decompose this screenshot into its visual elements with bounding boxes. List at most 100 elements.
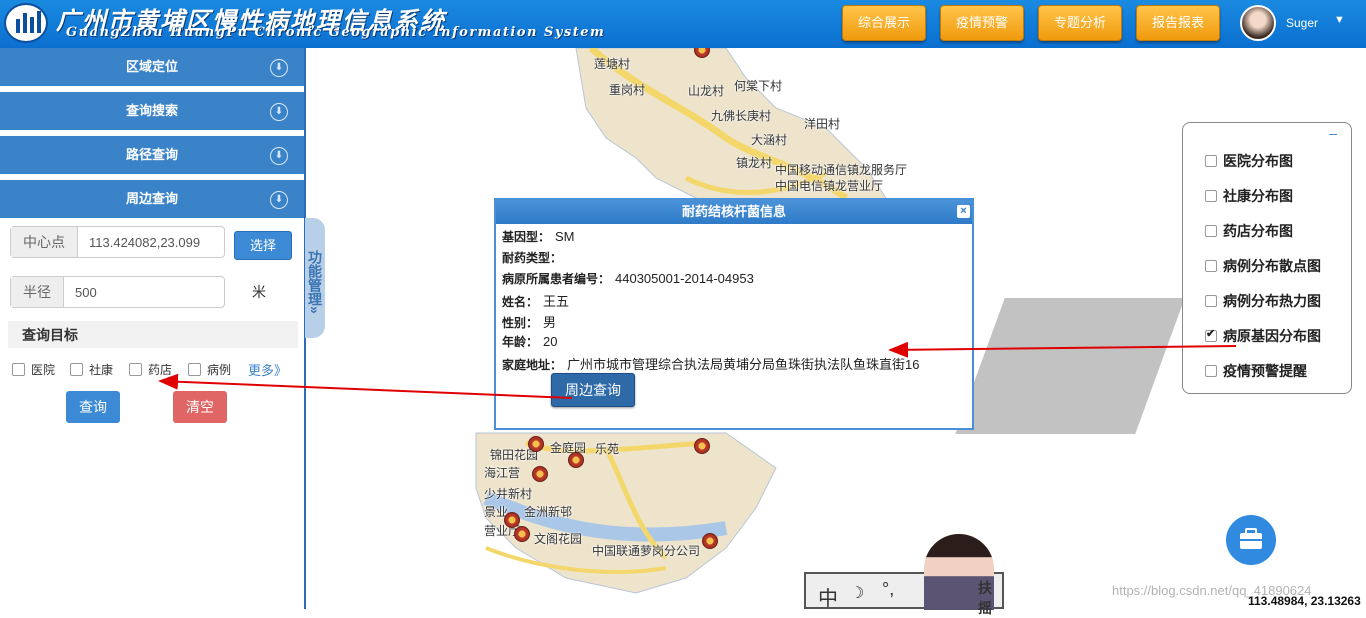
map-place-label: 山龙村	[688, 84, 725, 98]
app-header: 广州市黄埔区慢性病地理信息系统 GuangZhou HuangPu Chroni…	[0, 0, 1366, 48]
clear-button[interactable]: 清空	[173, 391, 227, 423]
layer-pharmacy[interactable]: 药店分布图	[1205, 221, 1293, 241]
accordion-label: 查询搜索	[125, 103, 178, 118]
popup-row-genotype: 基因型： SM	[502, 228, 575, 245]
center-point-field: 中心点	[10, 226, 225, 258]
nav-topic-analysis-button[interactable]: 专题分析	[1038, 5, 1122, 41]
checkbox-label: 药店	[148, 363, 173, 377]
checkbox-box[interactable]	[12, 363, 25, 376]
nav-epidemic-warning-button[interactable]: 疫情预警	[940, 5, 1024, 41]
accordion-nearby-query[interactable]: 周边查询 ⬇	[0, 180, 304, 218]
layers-panel: – 医院分布图 社康分布图 药店分布图 病例分布散点图 病例分布热力图 病原基因…	[1182, 122, 1352, 394]
map-place-label: 海江营	[484, 466, 521, 480]
map-marker[interactable]	[702, 533, 718, 549]
accordion-label: 区域定位	[125, 59, 178, 74]
popup-row-name: 姓名： 王五	[502, 291, 569, 310]
popup-header: 耐药结核杆菌信息 ×	[496, 200, 972, 224]
radius-label: 半径	[11, 277, 64, 307]
target-case-checkbox[interactable]: 病例	[188, 361, 231, 378]
accordion-search[interactable]: 查询搜索 ⬇	[0, 92, 304, 130]
briefcase-icon	[1240, 528, 1262, 549]
user-menu-caret-icon[interactable]: ▼	[1334, 14, 1345, 26]
map-place-label: 九佛长庚村	[711, 109, 772, 123]
popup-key: 病原所属患者编号：	[502, 272, 611, 286]
checkbox-label: 医院	[31, 363, 56, 377]
checkbox-box[interactable]	[1205, 190, 1217, 202]
tb-info-popup: 耐药结核杆菌信息 × 基因型： SM 耐药类型： 病原所属患者编号： 4403050…	[494, 198, 974, 430]
center-point-label: 中心点	[11, 227, 78, 257]
map-marker[interactable]	[532, 466, 548, 482]
layer-label: 病例分布散点图	[1223, 259, 1321, 275]
checkbox-label: 病例	[207, 363, 232, 377]
toolbox-button[interactable]	[1226, 515, 1276, 565]
popup-value: 440305001-2014-04953	[615, 271, 754, 286]
target-pharmacy-checkbox[interactable]: 药店	[129, 361, 172, 378]
layer-epidemic-warning[interactable]: 疫情预警提醒	[1205, 361, 1307, 381]
app-logo-icon	[4, 3, 48, 43]
checkbox-box[interactable]	[1205, 225, 1217, 237]
banner-dots: °,	[882, 579, 895, 599]
expand-down-icon: ⬇	[270, 59, 288, 77]
layer-label: 医院分布图	[1223, 154, 1293, 170]
layer-case-heatmap[interactable]: 病例分布热力图	[1205, 291, 1321, 311]
map-marker[interactable]	[528, 436, 544, 452]
checkbox-box[interactable]	[1205, 155, 1217, 167]
select-center-button[interactable]: 选择	[234, 231, 292, 260]
nearby-query-button[interactable]: 周边查询	[551, 373, 635, 407]
map-place-label: 大涵村	[751, 133, 788, 147]
accordion-label: 周边查询	[125, 191, 178, 206]
checkbox-label: 社康	[89, 363, 114, 377]
function-manage-tab[interactable]: 功能管理»	[305, 218, 325, 338]
popup-key: 基因型：	[502, 230, 551, 244]
user-avatar[interactable]	[1240, 5, 1276, 41]
map-marker[interactable]	[694, 438, 710, 454]
layer-community-health[interactable]: 社康分布图	[1205, 186, 1293, 206]
map-marker[interactable]	[504, 512, 520, 528]
close-icon[interactable]: ×	[957, 205, 970, 218]
layer-label: 病原基因分布图	[1223, 329, 1321, 345]
map-place-label: 重岗村	[609, 83, 646, 97]
banner-text: 扶摇	[978, 581, 992, 617]
accordion-region-locate[interactable]: 区域定位 ⬇	[0, 48, 304, 86]
moon-icon: ☽	[850, 585, 865, 602]
checkbox-box[interactable]	[129, 363, 142, 376]
accordion-label: 路径查询	[125, 147, 178, 162]
popup-value: 王五	[543, 294, 570, 309]
map-place-label: 中国移动通信镇龙服务厅	[775, 163, 908, 177]
nav-reports-button[interactable]: 报告报表	[1136, 5, 1220, 41]
map-place-label: 金洲新邨	[524, 505, 573, 519]
layer-pathogen-gene[interactable]: 病原基因分布图	[1205, 326, 1321, 346]
target-hospital-checkbox[interactable]: 医院	[12, 361, 55, 378]
banner-glyph: 中	[818, 586, 838, 610]
layer-label: 社康分布图	[1223, 189, 1293, 205]
sidebar: 区域定位 ⬇ 查询搜索 ⬇ 路径查询 ⬇ 周边查询 ⬇ 中心点 选择 半径 米 …	[0, 48, 306, 609]
more-targets-link[interactable]: 更多》	[248, 360, 287, 379]
query-target-header: 查询目标	[8, 321, 298, 348]
layer-case-scatter[interactable]: 病例分布散点图	[1205, 256, 1321, 276]
query-button[interactable]: 查询	[66, 391, 120, 423]
collapse-icon[interactable]: –	[1329, 125, 1337, 141]
layer-hospital[interactable]: 医院分布图	[1205, 151, 1293, 171]
map-place-label: 何棠下村	[734, 79, 783, 93]
map-place-label: 镇龙村	[736, 156, 773, 170]
popup-value: SM	[555, 229, 575, 244]
radius-field: 半径	[10, 276, 225, 308]
checkbox-checked[interactable]	[1205, 327, 1217, 342]
checkbox-box[interactable]	[188, 363, 201, 376]
popup-row-address: 家庭地址： 广州市城市管理综合执法局黄埔分局鱼珠街执法队鱼珠直街16	[502, 354, 919, 373]
popup-value: 广州市城市管理综合执法局黄埔分局鱼珠街执法队鱼珠直街16	[567, 357, 920, 372]
checkbox-box[interactable]	[1205, 260, 1217, 272]
accordion-route-query[interactable]: 路径查询 ⬇	[0, 136, 304, 174]
query-target-title: 查询目标	[22, 327, 78, 343]
map-marker[interactable]	[514, 526, 530, 542]
nav-overview-button[interactable]: 综合展示	[842, 5, 926, 41]
radius-input[interactable]	[65, 277, 224, 307]
user-name[interactable]: Suger	[1286, 16, 1318, 30]
target-community-health-checkbox[interactable]: 社康	[70, 361, 113, 378]
map-marker[interactable]	[568, 452, 584, 468]
checkbox-box[interactable]	[1205, 295, 1217, 307]
checkbox-box[interactable]	[1205, 365, 1217, 377]
expand-down-icon: ⬇	[270, 191, 288, 209]
center-point-input[interactable]	[79, 227, 224, 257]
checkbox-box[interactable]	[70, 363, 83, 376]
